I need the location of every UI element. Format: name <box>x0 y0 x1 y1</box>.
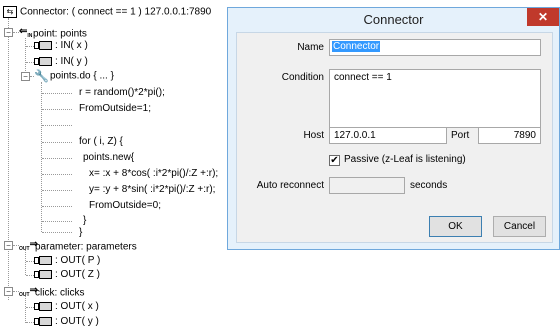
host-label: Host <box>303 130 324 141</box>
tree-branch <box>42 125 72 126</box>
collapse-toggle-click[interactable]: − <box>4 287 13 296</box>
dialog-title[interactable]: Connector <box>228 8 559 32</box>
tree-branch <box>42 232 72 233</box>
condition-label: Condition <box>281 72 324 83</box>
code-line[interactable]: FromOutside=1; <box>79 102 151 115</box>
dialog-body: Name Connector Condition connect == 1 Ho… <box>236 32 553 243</box>
tree-node-click[interactable]: OUT⇒click: clicks <box>19 285 84 301</box>
tree-branch <box>26 307 34 308</box>
connector-dialog: Connector ✕ Name Connector Condition con… <box>227 7 560 250</box>
host-value: 127.0.0.1 <box>334 130 376 141</box>
variable-icon <box>34 255 52 265</box>
condition-value: connect == 1 <box>334 72 392 83</box>
tree-branch <box>26 261 34 262</box>
port-value: 7890 <box>513 130 536 141</box>
tree-leaf-label: : OUT( P ) <box>55 255 101 266</box>
tree-node-do-label: points.do { ... } <box>50 70 114 82</box>
tree-node-do[interactable]: 🔧points.do { ... } <box>34 70 114 83</box>
code-line[interactable]: points.new{ <box>83 151 134 164</box>
passive-label: Passive (z-Leaf is listening) <box>344 154 466 165</box>
code-line[interactable]: } <box>79 226 82 239</box>
tree-branch <box>42 142 72 143</box>
tree-root[interactable]: ⇆ Connector: ( connect == 1 ) 127.0.0.1:7… <box>3 6 211 19</box>
port-label: Port <box>451 130 470 141</box>
tree-root-label: Connector: ( connect == 1 ) 127.0.0.1:78… <box>20 6 212 18</box>
tree-leaf-in-y[interactable]: : IN( y ) <box>34 56 88 68</box>
reconnect-label: Auto reconnect <box>256 180 324 191</box>
output-arrow-icon: OUT⇒ <box>19 285 38 298</box>
tree-leaf-out-p[interactable]: : OUT( P ) <box>34 255 100 267</box>
close-button[interactable]: ✕ <box>527 8 559 26</box>
tree-branch <box>42 109 72 110</box>
host-field[interactable]: 127.0.0.1 <box>329 127 447 144</box>
variable-icon <box>34 56 52 66</box>
tree-node-point-label: point: points <box>33 28 87 40</box>
tree-branch <box>42 190 72 191</box>
tree-branch <box>42 221 72 222</box>
reconnect-field[interactable] <box>329 177 405 194</box>
condition-field[interactable]: connect == 1 <box>329 69 541 128</box>
code-line[interactable]: x= :x + 8*cos( :i*2*pi()/:Z +:r); <box>89 167 218 180</box>
collapse-toggle-point[interactable]: − <box>4 28 13 37</box>
tree-guide-do <box>41 82 42 232</box>
ok-button[interactable]: OK <box>429 216 482 237</box>
collapse-toggle-do[interactable]: − <box>21 72 30 81</box>
code-line[interactable]: for ( i, Z) { <box>79 135 123 148</box>
tree-branch <box>42 174 72 175</box>
name-value: Connector <box>332 41 381 52</box>
tree-leaf-label: : IN( y ) <box>55 56 88 67</box>
name-field[interactable]: Connector <box>329 39 541 56</box>
tree-branch <box>42 206 72 207</box>
code-line[interactable]: r = random()*2*pi(); <box>79 86 165 99</box>
passive-checkbox[interactable]: ✔ <box>329 155 340 166</box>
tree-node-parameter-label: parameter: parameters <box>35 241 137 253</box>
code-line[interactable]: } <box>83 214 86 227</box>
tree-leaf-in-x[interactable]: : IN( x ) <box>34 40 88 52</box>
output-arrow-icon: OUT⇒ <box>19 239 38 252</box>
reconnect-unit: seconds <box>410 180 448 191</box>
tree-leaf-out-z[interactable]: : OUT( Z ) <box>34 269 100 281</box>
tree-node-click-label: click: clicks <box>35 287 85 299</box>
collapse-toggle-parameter[interactable]: − <box>4 241 13 250</box>
close-icon: ✕ <box>537 10 549 24</box>
wrench-icon: 🔧 <box>34 69 49 83</box>
variable-icon <box>34 40 52 50</box>
treatment-tree: ⇆ Connector: ( connect == 1 ) 127.0.0.1:7… <box>0 0 240 329</box>
cancel-button[interactable]: Cancel <box>493 216 546 237</box>
tree-branch <box>26 322 34 323</box>
variable-icon <box>34 269 52 279</box>
tree-leaf-label: : OUT( y ) <box>55 316 99 327</box>
tree-branch <box>26 46 34 47</box>
tree-leaf-label: : OUT( x ) <box>55 301 99 312</box>
port-field[interactable]: 7890 <box>478 127 541 144</box>
checkmark-icon: ✔ <box>330 155 339 166</box>
code-line[interactable]: y= :y + 8*sin( :i*2*pi()/:Z +:r); <box>89 183 215 196</box>
input-arrow-icon: ⇐IN <box>19 26 33 39</box>
variable-icon <box>34 301 52 311</box>
tree-node-parameter[interactable]: OUT⇒parameter: parameters <box>19 239 137 255</box>
tree-leaf-label: : OUT( Z ) <box>55 269 100 280</box>
code-line[interactable]: FromOutside=0; <box>89 199 161 212</box>
tree-branch <box>26 275 34 276</box>
variable-icon <box>34 316 52 326</box>
tree-guide-point <box>25 38 26 75</box>
tree-branch <box>26 62 34 63</box>
tree-branch <box>42 93 72 94</box>
tree-leaf-out-y[interactable]: : OUT( y ) <box>34 316 99 328</box>
tree-leaf-label: : IN( x ) <box>55 40 88 51</box>
tree-leaf-out-x[interactable]: : OUT( x ) <box>34 301 99 313</box>
connector-icon: ⇆ <box>3 6 17 18</box>
tree-guide-root <box>8 18 9 300</box>
tree-branch <box>42 158 72 159</box>
name-label: Name <box>297 42 324 53</box>
